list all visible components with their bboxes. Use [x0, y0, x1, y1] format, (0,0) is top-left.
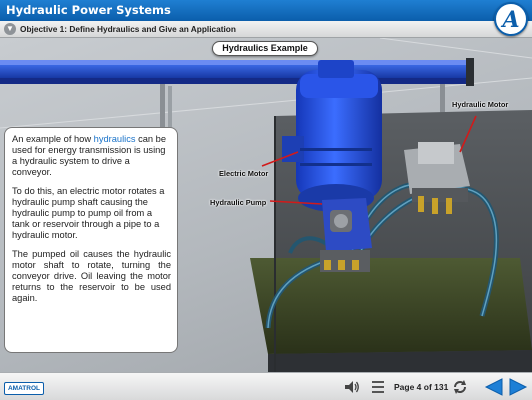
paragraph-2: To do this, an electric motor rotates a … — [12, 186, 165, 240]
explanation-panel: An example of how hydraulics can be used… — [4, 127, 178, 353]
scene-title: Hydraulics Example — [212, 41, 318, 56]
hydraulics-link[interactable]: hydraulics — [94, 134, 136, 144]
menu-icon[interactable] — [372, 381, 384, 393]
hydraulic-pump — [320, 198, 372, 272]
next-arrow-icon[interactable] — [508, 377, 528, 397]
chevron-down-icon[interactable]: ▼ — [4, 23, 16, 35]
previous-arrow-icon[interactable] — [484, 377, 504, 397]
illustration-area: Hydraulics Example Electric Motor Hydrau… — [0, 38, 532, 372]
objective-bar[interactable]: ▼ Objective 1: Define Hydraulics and Giv… — [0, 21, 532, 38]
speaker-icon[interactable] — [344, 380, 360, 394]
objective-title: Objective 1: Define Hydraulics and Give … — [20, 24, 236, 34]
amatrol-brand[interactable]: AMATROL — [4, 382, 44, 395]
page-indicator: Page 4 of 131 — [394, 382, 449, 392]
bottom-toolbar: AMATROL Page 4 of 131 — [0, 372, 532, 400]
logo-letter: A — [502, 7, 520, 33]
paragraph-3: The pumped oil causes the hydraulic moto… — [12, 249, 171, 303]
label-hydraulic-pump: Hydraulic Pump — [210, 198, 267, 207]
app-title: Hydraulic Power Systems — [6, 3, 171, 17]
amatrol-logo[interactable]: A — [494, 2, 528, 36]
refresh-icon[interactable] — [452, 379, 468, 395]
label-hydraulic-motor: Hydraulic Motor — [452, 100, 509, 109]
paragraph-1-start: An example of how — [12, 134, 94, 144]
title-bar: Hydraulic Power Systems — [0, 0, 532, 21]
label-electric-motor: Electric Motor — [219, 169, 269, 178]
paragraph-1: An example of how hydraulics can be used… — [12, 134, 171, 178]
